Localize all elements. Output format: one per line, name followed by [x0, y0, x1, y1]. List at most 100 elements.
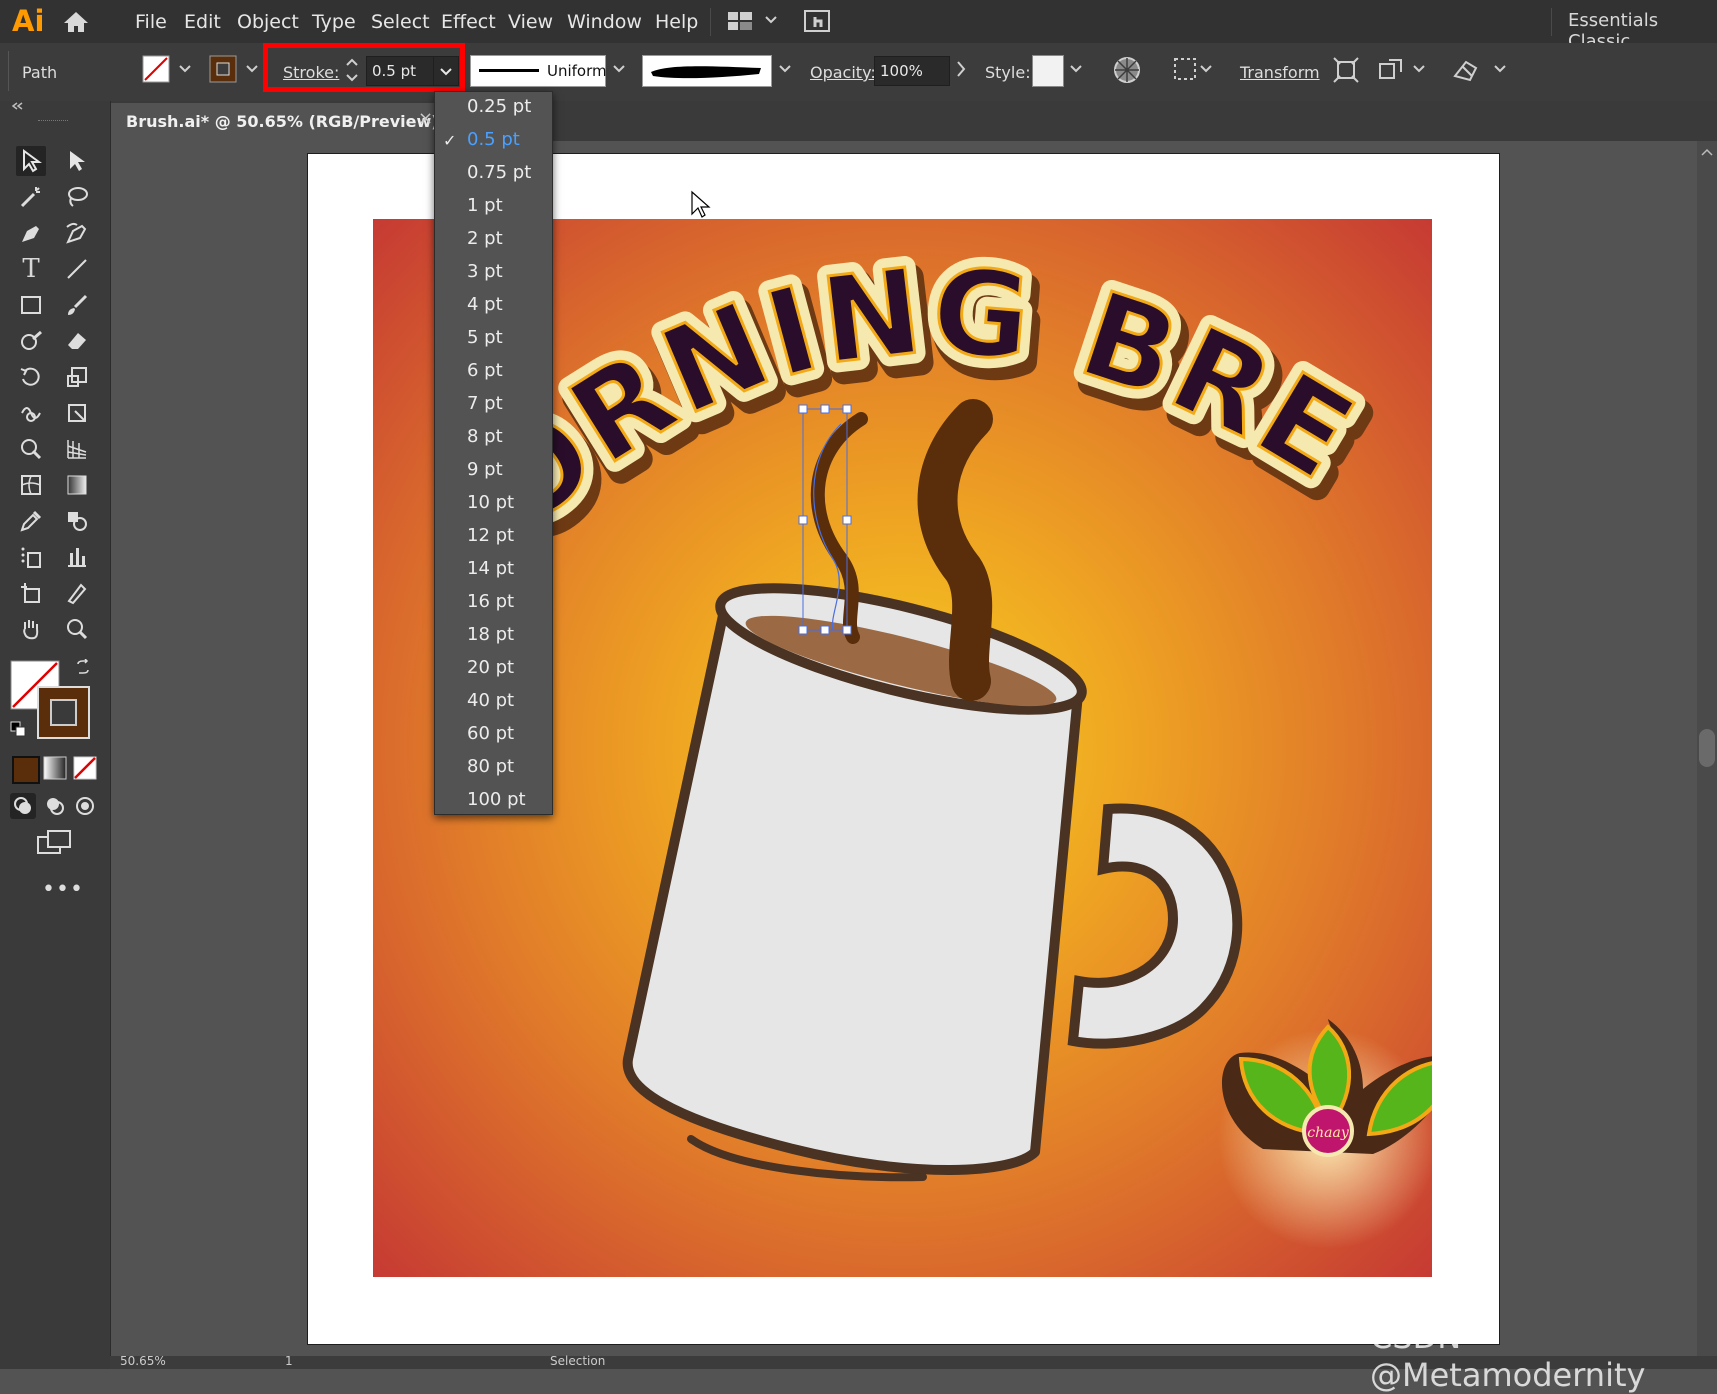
draw-behind-icon[interactable]: [42, 793, 68, 819]
scrollbar-thumb[interactable]: [1699, 729, 1715, 767]
lasso-tool[interactable]: [62, 182, 92, 212]
stroke-option[interactable]: 1 pt: [435, 191, 552, 224]
chevron-down-icon[interactable]: [779, 64, 791, 74]
stroke-option[interactable]: 9 pt: [435, 455, 552, 488]
opacity-label[interactable]: Opacity:: [810, 63, 876, 82]
chevron-down-icon[interactable]: [246, 64, 258, 74]
pen-tool[interactable]: [16, 218, 46, 248]
menu-object[interactable]: Object: [237, 11, 299, 33]
rotate-tool[interactable]: [16, 362, 46, 392]
graphic-style-swatch[interactable]: [1032, 55, 1064, 87]
perspective-grid-tool[interactable]: [62, 434, 92, 464]
stroke-option[interactable]: 3 pt: [435, 257, 552, 290]
brush-definition[interactable]: [642, 55, 772, 87]
stroke-option-selected[interactable]: ✓ 0.5 pt: [435, 125, 552, 158]
stroke-weight-dropdown[interactable]: 0.25 pt ✓ 0.5 pt 0.75 pt 1 pt 2 pt 3 pt 4…: [434, 91, 553, 815]
chevron-down-icon[interactable]: [1070, 64, 1082, 74]
zoom-level[interactable]: 50.65%: [120, 1354, 166, 1368]
stroke-option[interactable]: 6 pt: [435, 356, 552, 389]
isolate-group-icon[interactable]: [1332, 56, 1360, 84]
default-fill-stroke-icon[interactable]: [10, 721, 26, 737]
mesh-tool[interactable]: [16, 470, 46, 500]
puppet-warp-icon[interactable]: [1452, 56, 1480, 84]
chevron-down-icon[interactable]: [1494, 64, 1506, 74]
menu-file[interactable]: File: [135, 11, 167, 33]
stroke-option[interactable]: 18 pt: [435, 620, 552, 653]
gradient-button[interactable]: [43, 756, 67, 780]
stroke-option[interactable]: 40 pt: [435, 686, 552, 719]
stroke-option[interactable]: 5 pt: [435, 323, 552, 356]
stroke-option[interactable]: 0.75 pt: [435, 158, 552, 191]
curvature-tool[interactable]: [62, 218, 92, 248]
chevron-down-icon[interactable]: [179, 64, 191, 74]
column-graph-tool[interactable]: [62, 542, 92, 572]
close-tab-button[interactable]: ×: [418, 108, 433, 129]
status-mode[interactable]: Selection: [550, 1354, 605, 1368]
eraser-tool[interactable]: [62, 326, 92, 356]
stroke-option[interactable]: 16 pt: [435, 587, 552, 620]
selection-tool[interactable]: [16, 146, 46, 176]
slice-tool[interactable]: [62, 578, 92, 608]
scale-tool[interactable]: [62, 362, 92, 392]
paintbrush-tool[interactable]: [62, 290, 92, 320]
opacity-field[interactable]: 100%: [874, 56, 950, 86]
menu-effect[interactable]: Effect: [441, 11, 496, 33]
rectangle-tool[interactable]: [16, 290, 46, 320]
stroke-option[interactable]: 12 pt: [435, 521, 552, 554]
free-transform-tool[interactable]: [62, 398, 92, 428]
menu-select[interactable]: Select: [371, 11, 430, 33]
stroke-color-swatch[interactable]: [209, 55, 237, 83]
stroke-option[interactable]: 2 pt: [435, 224, 552, 257]
stroke-option[interactable]: 8 pt: [435, 422, 552, 455]
type-tool[interactable]: T: [16, 254, 46, 284]
magic-wand-tool[interactable]: [16, 182, 46, 212]
recolor-artwork-icon[interactable]: [1113, 56, 1141, 84]
menu-type[interactable]: Type: [312, 11, 356, 33]
fill-none-swatch[interactable]: [142, 55, 170, 83]
edit-toolbar-more-icon[interactable]: •••: [42, 877, 84, 902]
direct-selection-tool[interactable]: [62, 146, 92, 176]
chevron-down-icon[interactable]: [765, 15, 777, 25]
stroke-option[interactable]: 4 pt: [435, 290, 552, 323]
artboard-number[interactable]: 1: [285, 1354, 293, 1368]
menu-view[interactable]: View: [508, 11, 553, 33]
stroke-option[interactable]: 10 pt: [435, 488, 552, 521]
stroke-option[interactable]: 60 pt: [435, 719, 552, 752]
stroke-option[interactable]: 20 pt: [435, 653, 552, 686]
draw-inside-icon[interactable]: [72, 793, 98, 819]
eyedropper-tool[interactable]: [16, 506, 46, 536]
stroke-option[interactable]: 14 pt: [435, 554, 552, 587]
zoom-tool[interactable]: [62, 614, 92, 644]
arrange-documents-icon[interactable]: [727, 11, 753, 31]
warp-tool[interactable]: [16, 398, 46, 428]
artboard-tool[interactable]: [16, 578, 46, 608]
shape-builder-tool[interactable]: [16, 434, 46, 464]
swap-fill-stroke-icon[interactable]: [75, 659, 91, 675]
color-button[interactable]: [12, 756, 40, 784]
draw-normal-button[interactable]: [10, 793, 36, 819]
shaper-tool[interactable]: [16, 326, 46, 356]
vertical-scrollbar[interactable]: [1697, 141, 1717, 1356]
menu-window[interactable]: Window: [567, 11, 642, 33]
chevron-down-icon[interactable]: [613, 64, 625, 74]
stroke-option[interactable]: 80 pt: [435, 752, 552, 785]
symbol-sprayer-tool[interactable]: [16, 542, 46, 572]
gradient-tool[interactable]: [62, 470, 92, 500]
hand-tool[interactable]: [16, 614, 46, 644]
transform-link[interactable]: Transform: [1240, 63, 1320, 82]
variable-width-profile[interactable]: Uniform: [470, 55, 607, 87]
menu-help[interactable]: Help: [655, 11, 698, 33]
collapse-panel-icon[interactable]: [10, 101, 24, 111]
stroke-option[interactable]: 100 pt: [435, 785, 552, 813]
change-screen-mode-icon[interactable]: [36, 829, 72, 857]
align-to-icon[interactable]: [1172, 56, 1198, 82]
home-icon[interactable]: [62, 10, 90, 34]
scroll-up-icon[interactable]: [1701, 147, 1713, 157]
menu-edit[interactable]: Edit: [184, 11, 221, 33]
stroke-option[interactable]: 7 pt: [435, 389, 552, 422]
edit-selected-icon[interactable]: [1377, 56, 1405, 84]
blend-tool[interactable]: [62, 506, 92, 536]
none-button[interactable]: [73, 756, 97, 780]
chevron-right-icon[interactable]: [955, 60, 967, 78]
line-segment-tool[interactable]: [62, 254, 92, 284]
